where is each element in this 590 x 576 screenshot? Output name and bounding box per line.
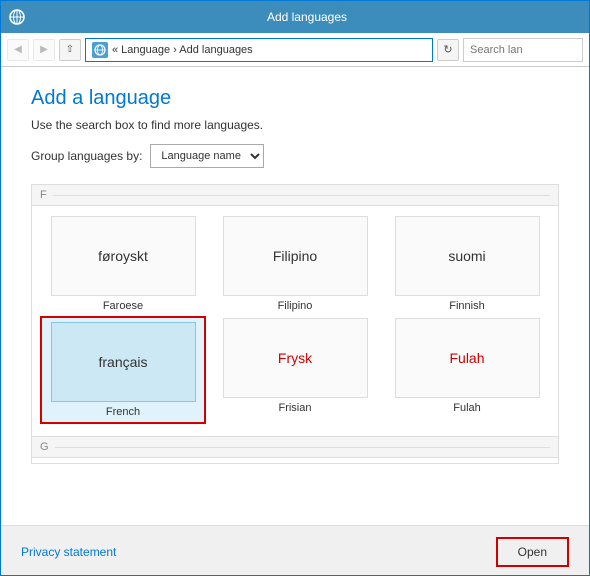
subtitle: Use the search box to find more language…	[31, 118, 559, 132]
breadcrumb-text: « Language › Add languages	[112, 44, 253, 56]
group-by-label: Group languages by:	[31, 149, 142, 163]
language-grid-f-row2: français French Frysk Frisian Fulah Fula…	[32, 318, 558, 432]
section-g-label: G	[32, 436, 558, 458]
fulah-tile[interactable]: Fulah	[395, 318, 540, 398]
fulah-label: Fulah	[453, 402, 481, 414]
globe-icon	[9, 9, 25, 25]
filipino-label: Filipino	[278, 300, 313, 312]
frisian-tile[interactable]: Frysk	[223, 318, 368, 398]
group-by-row: Group languages by: Language name	[31, 144, 559, 168]
address-field[interactable]: « Language › Add languages	[85, 38, 433, 62]
page-title: Add a language	[31, 87, 559, 110]
address-bar: ◀ ▶ ⇧ « Language › Add languages ↻	[1, 33, 589, 67]
filipino-tile[interactable]: Filipino	[223, 216, 368, 296]
group-by-select[interactable]: Language name	[150, 144, 264, 168]
finnish-tile[interactable]: suomi	[395, 216, 540, 296]
refresh-button[interactable]: ↻	[437, 39, 459, 61]
window: Add languages ◀ ▶ ⇧ « Language › Add lan…	[0, 0, 590, 576]
title-bar: Add languages	[1, 1, 589, 33]
search-input[interactable]	[463, 38, 583, 62]
list-item[interactable]: Fulah Fulah	[386, 318, 548, 422]
up-button[interactable]: ⇧	[59, 39, 81, 61]
language-icon	[92, 42, 108, 58]
main-content: Add a language Use the search box to fin…	[1, 67, 589, 525]
list-item[interactable]: Frysk Frisian	[214, 318, 376, 422]
privacy-link[interactable]: Privacy statement	[21, 545, 116, 559]
open-button[interactable]: Open	[496, 537, 569, 567]
window-title: Add languages	[33, 10, 581, 24]
faroese-tile[interactable]: føroyskt	[51, 216, 196, 296]
fulah-native: Fulah	[449, 350, 484, 366]
french-tile[interactable]: français	[51, 322, 196, 402]
list-item[interactable]: føroyskt Faroese	[42, 216, 204, 312]
french-label: French	[106, 406, 140, 418]
finnish-native: suomi	[448, 248, 485, 264]
faroese-native: føroyskt	[98, 248, 148, 264]
frisian-native: Frysk	[278, 350, 312, 366]
breadcrumb: « Language › Add languages	[92, 42, 253, 58]
language-grid-f-row1: føroyskt Faroese Filipino Filipino suomi…	[32, 206, 558, 322]
faroese-label: Faroese	[103, 300, 143, 312]
list-item[interactable]: français French	[42, 318, 204, 422]
language-area: F føroyskt Faroese Filipino Filipino	[31, 184, 559, 464]
section-f-label: F	[32, 184, 558, 206]
list-item[interactable]: suomi Finnish	[386, 216, 548, 312]
filipino-native: Filipino	[273, 248, 317, 264]
back-button[interactable]: ◀	[7, 39, 29, 61]
forward-button[interactable]: ▶	[33, 39, 55, 61]
french-native: français	[98, 354, 147, 370]
footer: Privacy statement Open	[1, 525, 589, 576]
list-item[interactable]: Filipino Filipino	[214, 216, 376, 312]
frisian-label: Frisian	[278, 402, 311, 414]
finnish-label: Finnish	[449, 300, 484, 312]
